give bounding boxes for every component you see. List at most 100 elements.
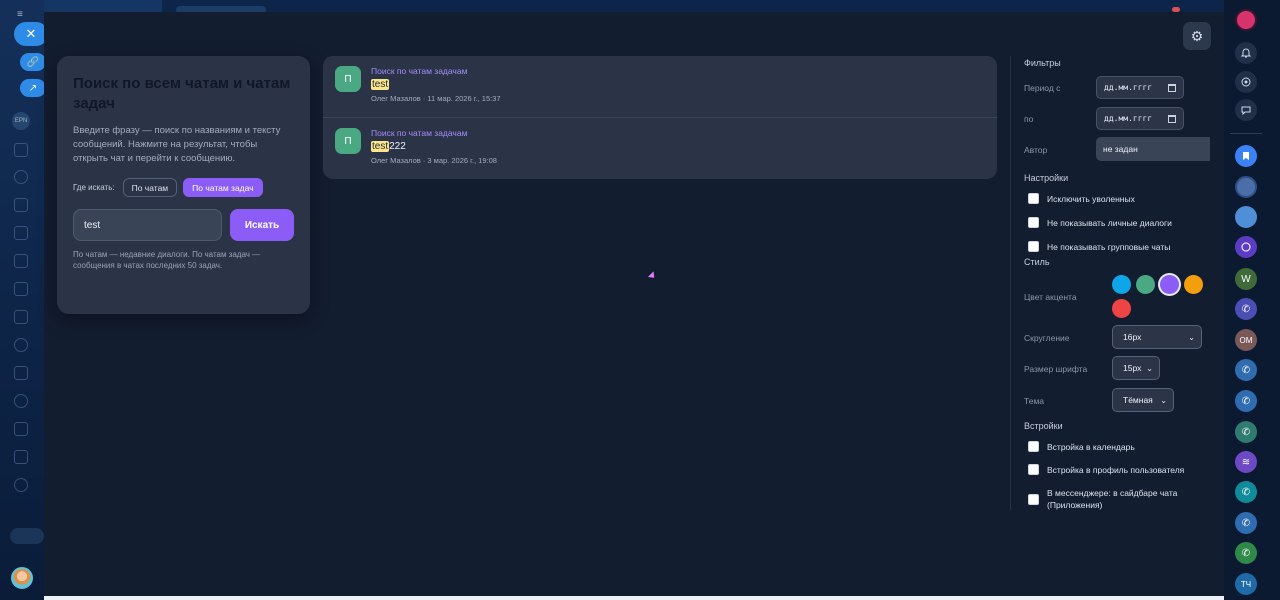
accent-swatch-orange[interactable] xyxy=(1184,275,1203,294)
period-to-input[interactable]: дд.мм.гггг xyxy=(1096,107,1184,130)
rail-call-icon-2[interactable]: ✆ xyxy=(1235,359,1257,381)
search-button[interactable]: Искать xyxy=(230,209,294,241)
user-chip[interactable]: EPN xyxy=(12,112,30,130)
rail-contact-avatar-1[interactable] xyxy=(1235,176,1257,198)
search-input[interactable]: test xyxy=(73,209,222,241)
style-heading: Стиль xyxy=(1024,257,1050,267)
chevron-down-icon: ⌄ xyxy=(1146,363,1153,373)
nav-grid-icon[interactable] xyxy=(14,422,28,436)
search-modal: ⚙ Поиск по всем чатам и чатам задач Введ… xyxy=(44,12,1224,596)
bell-icon[interactable] xyxy=(1235,42,1257,64)
search-title: Поиск по всем чатам и чатам задач xyxy=(73,75,291,112)
checkbox[interactable] xyxy=(1028,441,1039,452)
nav-docs-icon[interactable] xyxy=(14,226,28,240)
checkbox[interactable] xyxy=(1028,241,1039,252)
nav-tasks-icon[interactable] xyxy=(14,366,28,380)
nav-calendar-icon[interactable] xyxy=(14,198,28,212)
filters-heading: Фильтры xyxy=(1024,58,1061,68)
background-left-sidebar: ≡ ✕ 🔗 ↗ EPN xyxy=(0,0,48,600)
option-label: В мессенджере: в сайдбаре чата (Приложен… xyxy=(1047,488,1178,510)
rail-contact-avatar-2[interactable] xyxy=(1235,206,1257,228)
search-card: Поиск по всем чатам и чатам задач Введит… xyxy=(57,56,310,314)
search-hint: По чатам — недавние диалоги. По чатам за… xyxy=(73,250,261,270)
ai-copilot-icon[interactable] xyxy=(1235,71,1257,93)
nav-mail-icon[interactable] xyxy=(14,310,28,324)
result-meta: Олег Мазалов · 11 мар. 2026 г., 15:37 xyxy=(371,94,501,103)
checkbox[interactable] xyxy=(1028,217,1039,228)
font-size-select[interactable]: 15px ⌄ xyxy=(1112,356,1160,380)
rail-call-icon-4[interactable]: ✆ xyxy=(1235,421,1257,443)
copilot-chat-icon[interactable] xyxy=(1235,236,1257,258)
calendar-icon[interactable] xyxy=(1168,83,1176,92)
result-text: test xyxy=(371,79,501,90)
author-input[interactable]: не задан xyxy=(1096,137,1210,161)
result-meta: Олег Мазалов · 3 мар. 2026 г., 19:08 xyxy=(371,156,497,165)
embeds-heading: Встройки xyxy=(1024,421,1063,431)
rail-call-icon-7[interactable]: ✆ xyxy=(1235,542,1257,564)
font-size-label: Размер шрифта xyxy=(1024,364,1088,374)
rounding-select[interactable]: 16px ⌄ xyxy=(1112,325,1202,349)
accent-swatch-green[interactable] xyxy=(1136,275,1155,294)
option-exclude-fired[interactable]: Исключить уволенных xyxy=(1028,193,1135,204)
accent-swatch-red[interactable] xyxy=(1112,299,1131,318)
embed-profile[interactable]: Встройка в профиль пользователя xyxy=(1028,464,1184,475)
option-label: Исключить уволенных xyxy=(1047,193,1135,204)
result-source[interactable]: Поиск по чатам задачам xyxy=(371,128,497,138)
result-item[interactable]: П Поиск по чатам задачам test Олег Мазал… xyxy=(323,56,997,117)
rail-avatar[interactable] xyxy=(1235,9,1257,31)
scope-label: Где искать: xyxy=(73,183,115,192)
nav-people-icon[interactable] xyxy=(14,338,28,352)
link-icon[interactable]: 🔗 xyxy=(20,53,46,71)
nav-groups-icon[interactable] xyxy=(14,170,28,184)
rail-badge-tch[interactable]: ТЧ xyxy=(1235,573,1257,595)
period-from-input[interactable]: дд.мм.гггг xyxy=(1096,76,1184,99)
option-hide-private[interactable]: Не показывать личные диалоги xyxy=(1028,217,1172,228)
nav-feed-icon[interactable] xyxy=(14,143,28,157)
rail-badge-w[interactable]: W xyxy=(1235,268,1257,290)
nav-crm-icon[interactable] xyxy=(14,394,28,408)
result-highlight: test xyxy=(371,141,390,152)
gear-icon: ⚙ xyxy=(1190,27,1204,44)
settings-heading: Настройки xyxy=(1024,173,1069,183)
rail-call-icon-6[interactable]: ✆ xyxy=(1235,512,1257,534)
option-label: Встройка в календарь xyxy=(1047,441,1135,452)
nav-disk-icon[interactable] xyxy=(14,282,28,296)
menu-icon[interactable]: ≡ xyxy=(17,10,27,20)
embed-calendar[interactable]: Встройка в календарь xyxy=(1028,441,1135,452)
accent-swatch-purple[interactable] xyxy=(1160,275,1179,294)
rail-group-icon[interactable]: ≋ xyxy=(1235,451,1257,473)
chat-icon[interactable] xyxy=(1235,99,1257,121)
accent-label: Цвет акцента xyxy=(1024,292,1077,302)
theme-select[interactable]: Тёмная ⌄ xyxy=(1112,388,1174,412)
option-hide-group[interactable]: Не показывать групповые чаты xyxy=(1028,241,1170,252)
scope-chats-button[interactable]: По чатам xyxy=(122,178,178,197)
checkbox[interactable] xyxy=(1028,464,1039,475)
open-external-icon[interactable]: ↗ xyxy=(20,79,46,97)
rail-divider xyxy=(1230,133,1262,134)
sidebar-pill[interactable] xyxy=(10,528,44,544)
option-label: Не показывать групповые чаты xyxy=(1047,241,1171,252)
nav-more-icon[interactable] xyxy=(14,478,28,492)
rail-call-icon-1[interactable]: ✆ xyxy=(1235,298,1257,320)
my-avatar[interactable] xyxy=(11,567,33,589)
accent-swatch-blue[interactable] xyxy=(1112,275,1131,294)
checkbox[interactable] xyxy=(1028,493,1039,505)
calendar-icon[interactable] xyxy=(1168,114,1176,123)
rail-badge-om[interactable]: ОМ xyxy=(1235,329,1257,351)
bookmark-icon[interactable] xyxy=(1235,145,1257,167)
nav-drive-icon[interactable] xyxy=(14,254,28,268)
scope-task-chats-button[interactable]: По чатам задач xyxy=(183,178,263,197)
settings-button[interactable]: ⚙ xyxy=(1183,22,1211,50)
embed-messenger-sidebar[interactable]: В мессенджере: в сайдбаре чата (Приложен… xyxy=(1028,487,1188,511)
rail-call-icon-3[interactable]: ✆ xyxy=(1235,390,1257,412)
period-to-label: по xyxy=(1024,114,1034,124)
close-icon[interactable]: ✕ xyxy=(14,22,48,46)
result-item[interactable]: П Поиск по чатам задачам test222 Олег Ма… xyxy=(323,117,997,178)
result-rest: 222 xyxy=(389,141,406,152)
result-highlight: test xyxy=(371,79,390,90)
rail-call-icon-5[interactable]: ✆ xyxy=(1235,481,1257,503)
checkbox[interactable] xyxy=(1028,193,1039,204)
nav-sites-icon[interactable] xyxy=(14,450,28,464)
result-source[interactable]: Поиск по чатам задачам xyxy=(371,66,501,76)
option-label: Встройка в профиль пользователя xyxy=(1047,464,1185,475)
